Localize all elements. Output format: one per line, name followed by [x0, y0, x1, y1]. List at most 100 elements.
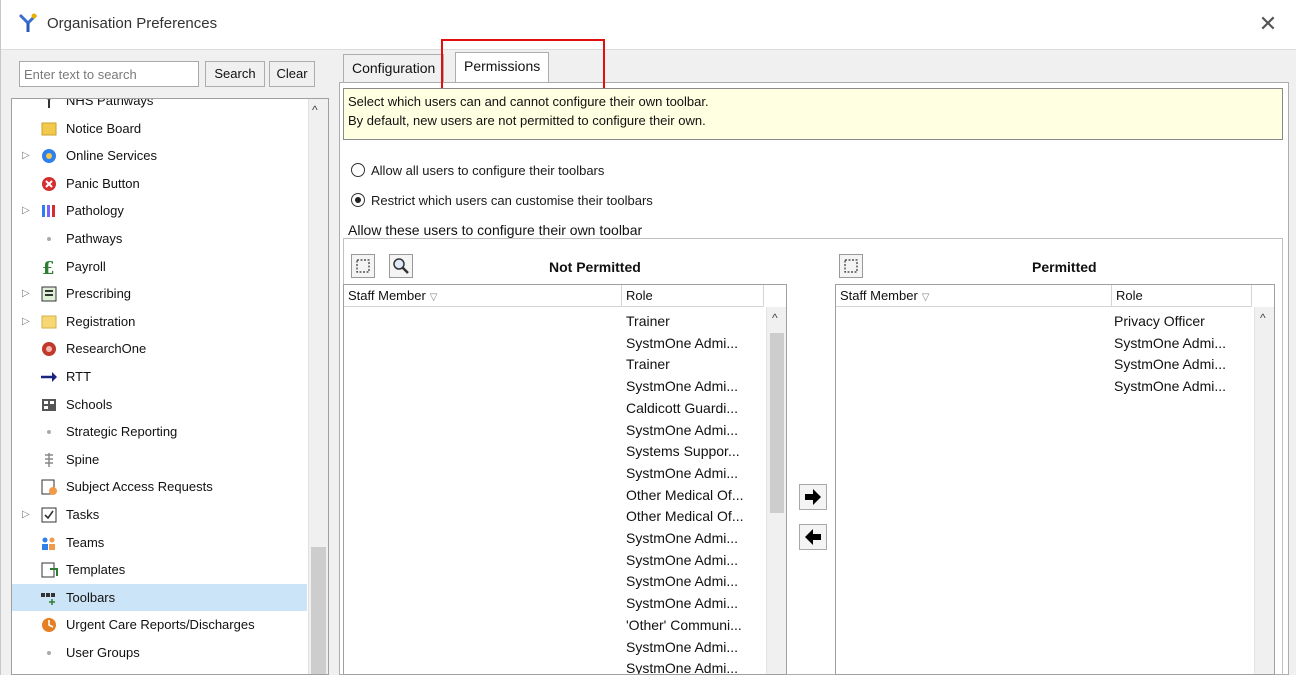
permitted-heading: Permitted [1032, 259, 1097, 275]
tree-item-teams[interactable]: Teams [12, 529, 307, 556]
tree-item-toolbars[interactable]: Toolbars [12, 583, 307, 611]
not-permitted-role-cell[interactable]: Other Medical Of... [626, 484, 743, 506]
magnifier-icon [393, 258, 409, 274]
tree-item-label: Urgent Care Reports/Discharges [66, 617, 255, 633]
search-input[interactable] [19, 61, 199, 87]
staff-member-column-header[interactable]: Staff Member ▽ [836, 285, 1112, 307]
not-permitted-list[interactable]: Staff Member ▽ Role Trainer SystmOne Admi.… [343, 284, 787, 675]
not-permitted-role-cell[interactable]: SystmOne Admi... [626, 570, 738, 592]
staff-member-column-header[interactable]: Staff Member ▽ [344, 285, 622, 307]
tree-item-label: NHS Pathways [66, 98, 154, 108]
allow-all-radio[interactable] [351, 163, 365, 177]
select-all-not-permitted-button[interactable] [351, 254, 375, 278]
not-permitted-scrollbar[interactable]: ^ [766, 307, 786, 674]
tree-item-label: Pathways [66, 231, 123, 246]
not-permitted-scroll-thumb[interactable] [770, 333, 784, 513]
scroll-up-icon[interactable]: ^ [312, 103, 318, 117]
expand-icon[interactable]: ▷ [22, 142, 30, 169]
tree-item-pathology[interactable]: ▷ Pathology [12, 197, 307, 224]
tree-item-nhs-pathways[interactable]: NHS Pathways [12, 98, 307, 114]
not-permitted-role-cell[interactable]: SystmOne Admi... [626, 549, 738, 571]
arrow-left-icon [805, 529, 821, 545]
not-permitted-role-cell[interactable]: SystmOne Admi... [626, 527, 738, 549]
not-permitted-role-cell[interactable]: SystmOne Admi... [626, 375, 738, 397]
tab-configuration[interactable]: Configuration [343, 54, 445, 82]
select-all-permitted-button[interactable] [839, 254, 863, 278]
permitted-role-cell[interactable]: SystmOne Admi... [1114, 375, 1226, 397]
tree-scroll-thumb[interactable] [311, 547, 326, 674]
scroll-up-icon[interactable]: ^ [772, 311, 778, 325]
permitted-role-cell[interactable]: Privacy Officer [1114, 310, 1205, 332]
not-permitted-role-cell[interactable]: SystmOne Admi... [626, 636, 738, 658]
not-permitted-role-cell[interactable]: 'Other' Communi... [626, 614, 742, 636]
tree-item-tasks[interactable]: ▷ Tasks [12, 501, 307, 528]
pathology-icon [40, 202, 58, 220]
not-permitted-role-cell[interactable]: Trainer [626, 353, 670, 375]
search-button[interactable]: Search [205, 61, 265, 87]
not-permitted-role-cell[interactable]: Caldicott Guardi... [626, 397, 738, 419]
expand-icon[interactable]: ▷ [22, 308, 30, 335]
svg-text:£: £ [42, 258, 55, 276]
tree-item-label: Online Services [66, 148, 158, 164]
tab-permissions[interactable]: Permissions [455, 52, 550, 82]
tree-item-rtt[interactable]: RTT [12, 363, 307, 390]
tree-item-user-groups[interactable]: User Groups [12, 639, 307, 666]
not-permitted-role-cell[interactable]: SystmOne Admi... [626, 332, 738, 354]
tree-item-label: User Profiles [66, 667, 140, 674]
select-all-icon [844, 259, 858, 273]
tree-item-online-services[interactable]: ▷ Online Services [12, 142, 307, 169]
move-to-permitted-button[interactable] [799, 484, 827, 510]
tree-item-label: Templates [66, 562, 126, 578]
group-legend: Allow these users to configure their own… [347, 222, 644, 238]
not-permitted-heading: Not Permitted [549, 259, 641, 275]
not-permitted-role-cell[interactable]: Trainer [626, 310, 670, 332]
permitted-role-cell[interactable]: SystmOne Admi... [1114, 332, 1226, 354]
tree-item-prescribing[interactable]: ▷ Prescribing [12, 280, 307, 307]
restrict-radio[interactable] [351, 193, 365, 207]
not-permitted-role-cell[interactable]: Systems Suppor... [626, 440, 740, 462]
tree-scrollbar[interactable]: ^ [308, 99, 328, 674]
not-permitted-role-cell[interactable]: SystmOne Admi... [626, 462, 738, 484]
allow-all-option[interactable]: Allow all users to configure their toolb… [351, 160, 604, 182]
tree-item-panic-button[interactable]: Panic Button [12, 170, 307, 197]
expand-icon[interactable]: ▷ [22, 501, 30, 528]
not-permitted-role-cell[interactable]: SystmOne Admi... [626, 657, 738, 674]
find-staff-button[interactable] [389, 254, 413, 278]
notice-board-icon [40, 120, 58, 138]
tree-item-label: User Groups [66, 645, 140, 660]
clear-button[interactable]: Clear [269, 61, 315, 87]
not-permitted-role-cell[interactable]: Other Medical Of... [626, 505, 743, 527]
tree-item-notice-board[interactable]: Notice Board [12, 115, 307, 142]
permitted-list[interactable]: Staff Member ▽ Role Privacy Officer SystmO… [835, 284, 1275, 675]
role-column-header[interactable]: Role [622, 285, 764, 307]
preferences-tree[interactable]: NHS Pathways Notice Board ▷ Online Services… [11, 98, 329, 675]
scroll-up-icon[interactable]: ^ [1260, 311, 1266, 325]
tree-item-strategic-reporting[interactable]: Strategic Reporting [12, 418, 307, 445]
not-permitted-role-cell[interactable]: SystmOne Admi... [626, 419, 738, 441]
tree-item-researchone[interactable]: ResearchOne [12, 335, 307, 362]
arrow-right-icon [805, 489, 821, 505]
tree-item-schools[interactable]: Schools [12, 391, 307, 418]
expand-icon[interactable]: ▷ [22, 280, 30, 307]
tree-item-registration[interactable]: ▷ Registration [12, 308, 307, 335]
filter-icon[interactable]: ▽ [430, 292, 438, 303]
permitted-scrollbar[interactable]: ^ [1254, 307, 1274, 674]
tree-item-templates[interactable]: Templates [12, 556, 307, 583]
tree-item-pathways[interactable]: Pathways [12, 225, 307, 252]
restrict-option[interactable]: Restrict which users can customise their… [351, 190, 653, 212]
tree-item-urgent-care-reports-discharges[interactable]: Urgent Care Reports/Discharges [12, 611, 307, 638]
move-to-not-permitted-button[interactable] [799, 524, 827, 550]
window-title: Organisation Preferences [47, 15, 218, 32]
permitted-role-cell[interactable]: SystmOne Admi... [1114, 353, 1226, 375]
not-permitted-role-cell[interactable]: SystmOne Admi... [626, 592, 738, 614]
role-column-header[interactable]: Role [1112, 285, 1252, 307]
tree-item-payroll[interactable]: £ Payroll [12, 253, 307, 280]
close-button[interactable]: ✕ [1253, 10, 1283, 40]
bullet-icon [40, 423, 58, 441]
expand-icon[interactable]: ▷ [22, 197, 30, 224]
tree-item-user-profiles[interactable]: User Profiles [12, 667, 307, 674]
tree-item-subject-access-requests[interactable]: Subject Access Requests [12, 473, 307, 500]
tree-item-label: Tasks [66, 507, 100, 522]
filter-icon[interactable]: ▽ [922, 292, 930, 303]
tree-item-spine[interactable]: Spine [12, 446, 307, 473]
